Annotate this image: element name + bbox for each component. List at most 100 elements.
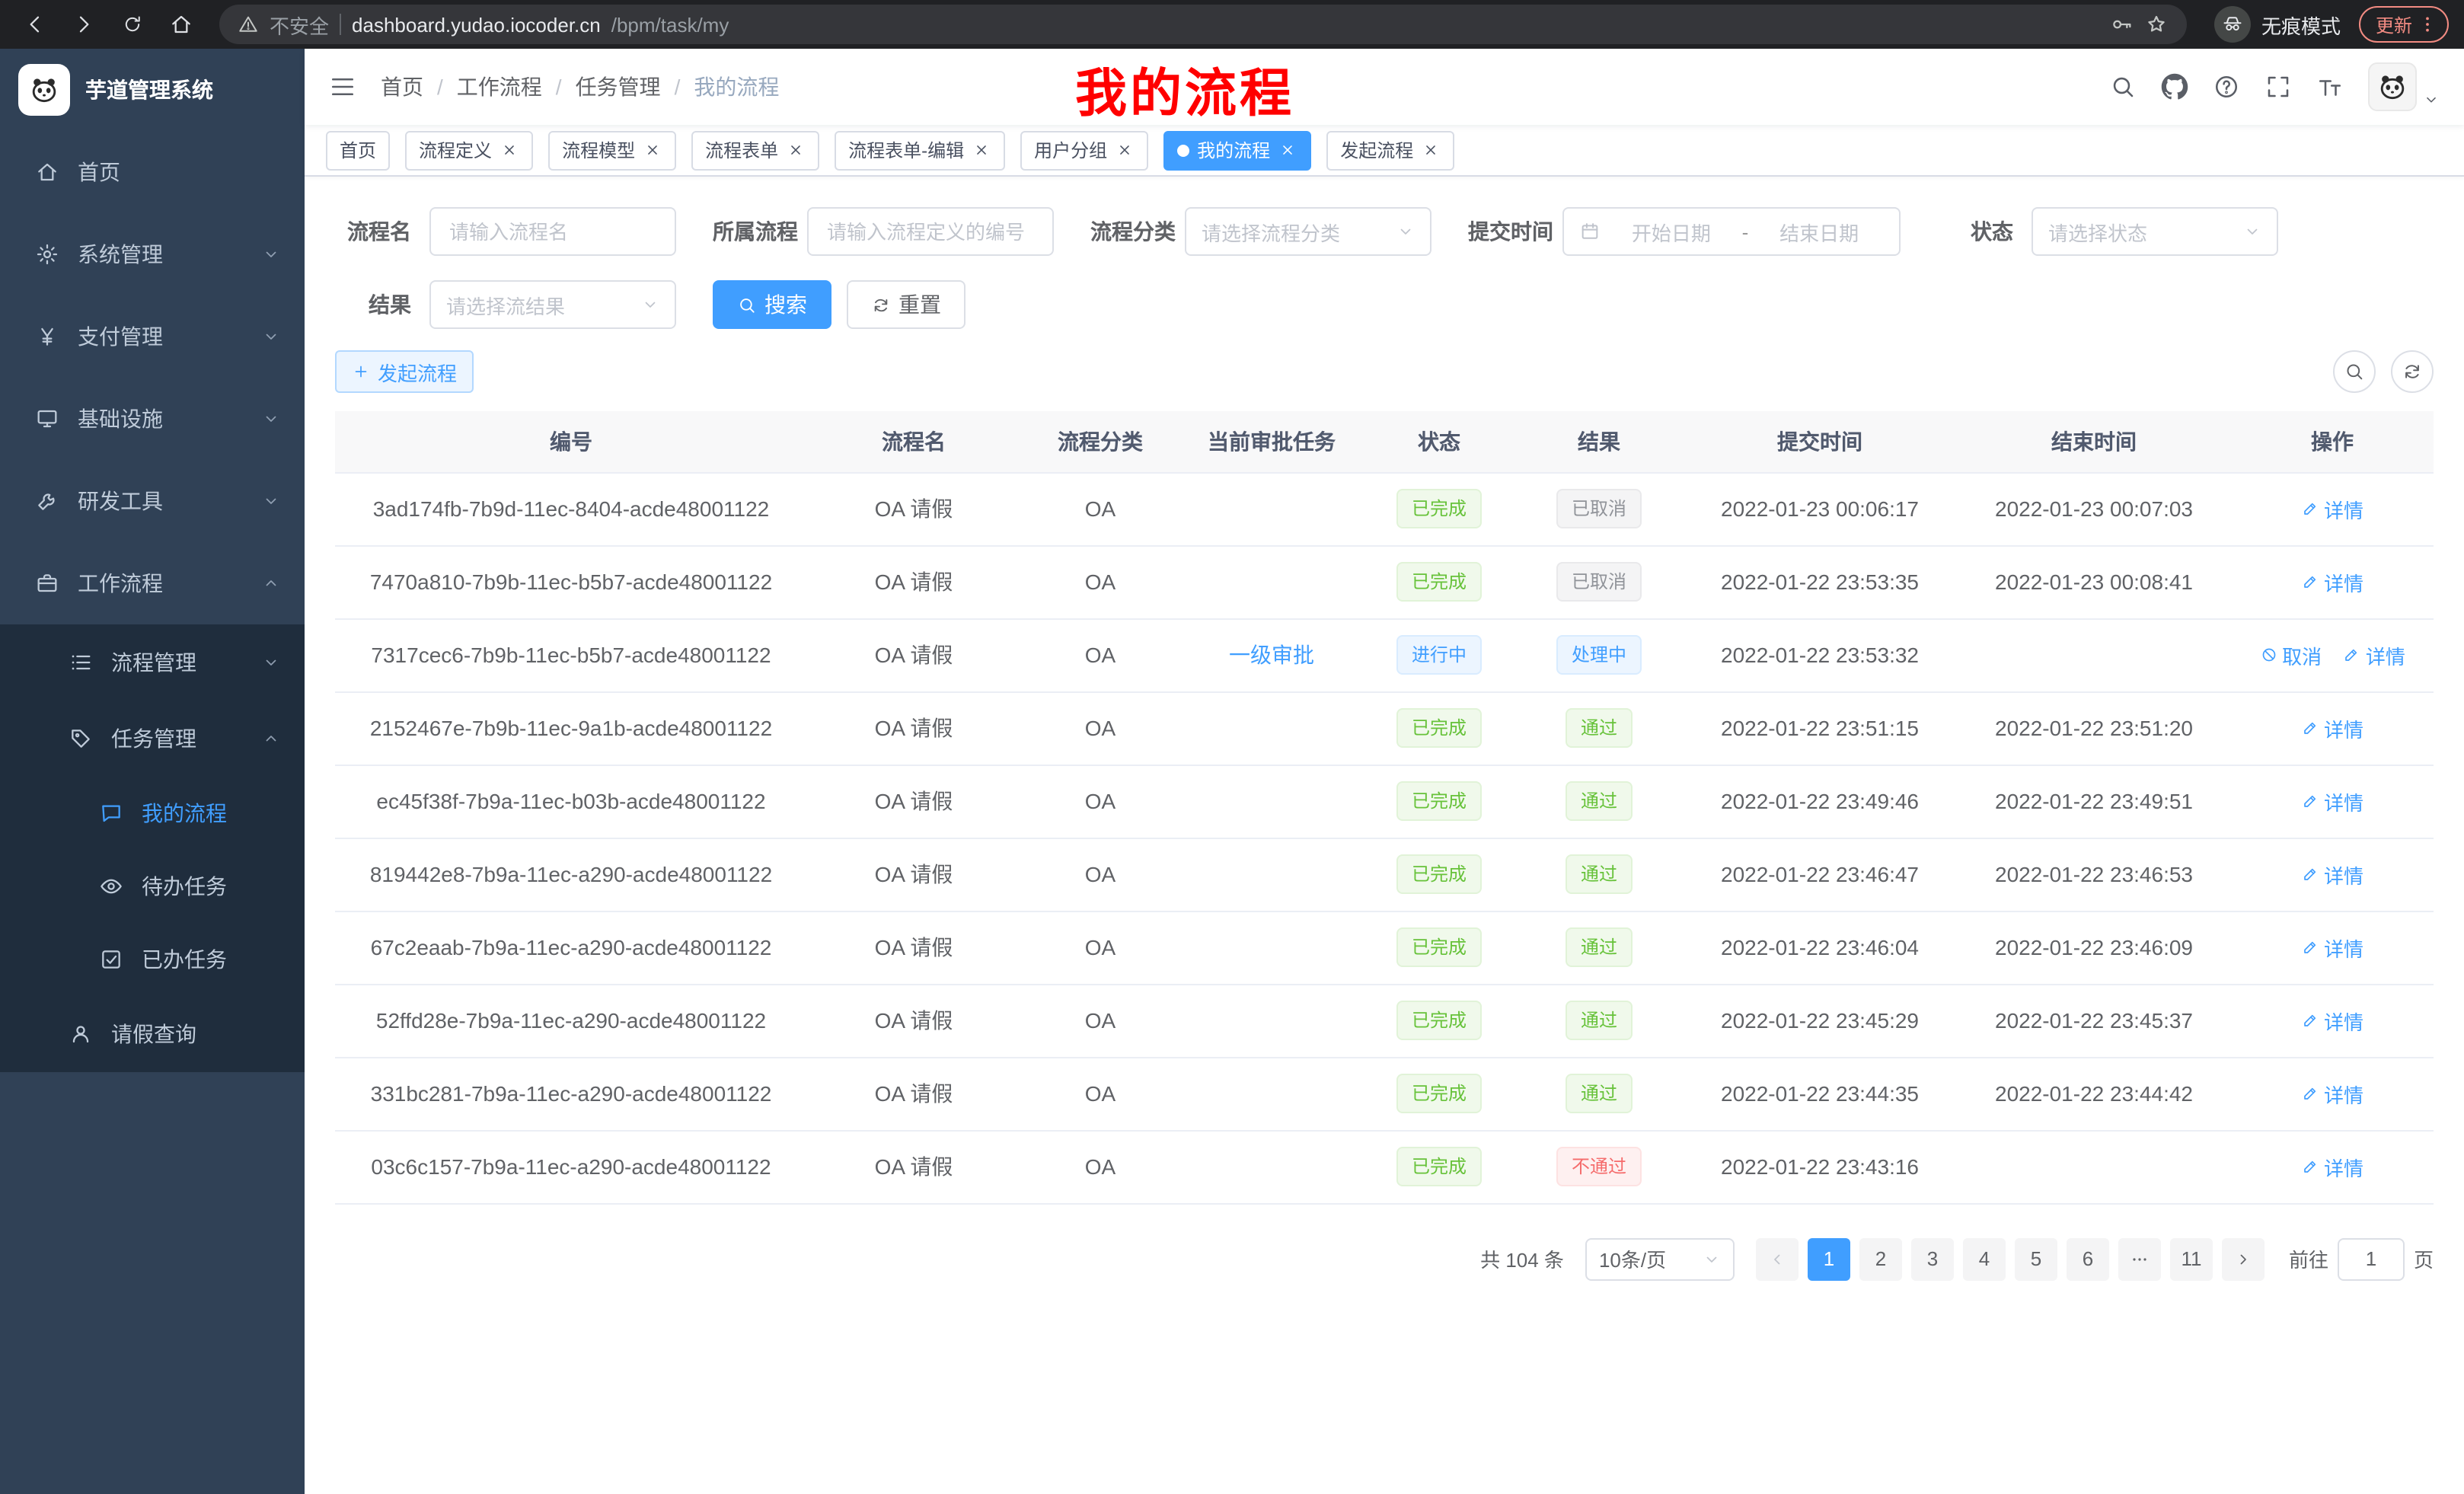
close-icon[interactable]: [786, 140, 806, 160]
sidebar-item-todo-tasks[interactable]: 待办任务: [0, 850, 305, 923]
close-icon[interactable]: [1421, 140, 1441, 160]
more-pages-button[interactable]: [2118, 1237, 2161, 1280]
search-icon[interactable]: [2109, 73, 2137, 101]
sidebar-item-home[interactable]: 首页: [0, 131, 305, 213]
tab-process-definition[interactable]: 流程定义: [405, 130, 533, 170]
cancel-link[interactable]: 取消: [2259, 640, 2322, 669]
close-icon[interactable]: [972, 140, 991, 160]
create-process-button[interactable]: 发起流程: [335, 350, 474, 393]
page-button-5[interactable]: 5: [2015, 1237, 2057, 1280]
page-button-1[interactable]: 1: [1808, 1237, 1850, 1280]
parent-process-input[interactable]: [807, 207, 1054, 256]
detail-link[interactable]: 详情: [2301, 1079, 2363, 1108]
reset-button[interactable]: 重置: [847, 280, 965, 329]
sidebar-item-payment[interactable]: 支付管理: [0, 295, 305, 378]
close-icon[interactable]: [1278, 140, 1297, 160]
sidebar-item-label: 已办任务: [142, 944, 227, 975]
result-tag: 通过: [1566, 1001, 1633, 1040]
detail-link[interactable]: 详情: [2301, 567, 2363, 596]
result-tag: 通过: [1566, 927, 1633, 967]
fullscreen-icon[interactable]: [2265, 73, 2292, 101]
goto-page-input[interactable]: [2338, 1237, 2405, 1280]
github-icon[interactable]: [2161, 73, 2188, 101]
cell-name: OA 请假: [807, 472, 1020, 545]
cell-current-task: [1180, 472, 1363, 545]
not-secure-warning-icon[interactable]: [238, 14, 259, 35]
tab-process-form-edit[interactable]: 流程表单-编辑: [835, 130, 1005, 170]
cell-id: 7317cec6-7b9b-11ec-b5b7-acde48001122: [335, 618, 807, 691]
sidebar-item-label: 待办任务: [142, 871, 227, 902]
result-select[interactable]: 请选择流结果: [429, 280, 676, 329]
detail-link[interactable]: 详情: [2301, 1006, 2363, 1035]
tab-label: 首页: [340, 137, 376, 163]
breadcrumb-item[interactable]: 首页: [381, 72, 423, 102]
process-name-input[interactable]: [429, 207, 676, 256]
sidebar-item-system[interactable]: 系统管理: [0, 213, 305, 295]
sidebar-item-done-tasks[interactable]: 已办任务: [0, 923, 305, 996]
sidebar-item-my-process[interactable]: 我的流程: [0, 777, 305, 850]
cell-end-time: 2022-01-22 23:49:51: [1957, 765, 2231, 838]
key-icon[interactable]: [2109, 12, 2134, 37]
close-icon[interactable]: [500, 140, 519, 160]
detail-link[interactable]: 详情: [2301, 713, 2363, 742]
current-task-link[interactable]: 一级审批: [1229, 640, 1314, 670]
bookmark-star-icon[interactable]: [2144, 12, 2169, 37]
cell-name: OA 请假: [807, 1057, 1020, 1130]
breadcrumb-item[interactable]: 任务管理: [576, 72, 661, 102]
detail-link[interactable]: 详情: [2343, 640, 2405, 669]
font-size-icon[interactable]: [2316, 73, 2344, 101]
search-button[interactable]: 搜索: [713, 280, 831, 329]
submit-time-range-picker[interactable]: 开始日期 - 结束日期: [1562, 207, 1901, 256]
total-count: 共 104 条: [1480, 1244, 1564, 1273]
page-button-2[interactable]: 2: [1859, 1237, 1902, 1280]
refresh-table-button[interactable]: [2391, 350, 2434, 393]
page-button-6[interactable]: 6: [2067, 1237, 2109, 1280]
sidebar-item-label: 工作流程: [78, 568, 163, 599]
detail-link[interactable]: 详情: [2301, 860, 2363, 889]
sidebar-item-workflow[interactable]: 工作流程: [0, 542, 305, 624]
hamburger-icon[interactable]: [329, 73, 356, 101]
tab-process-model[interactable]: 流程模型: [548, 130, 676, 170]
page-button-11[interactable]: 11: [2170, 1237, 2213, 1280]
detail-link[interactable]: 详情: [2301, 933, 2363, 962]
tab-home[interactable]: 首页: [326, 130, 390, 170]
tab-my-process[interactable]: 我的流程: [1163, 130, 1311, 170]
url-path: /bpm/task/my: [611, 13, 729, 36]
browser-update-button[interactable]: 更新: [2359, 6, 2449, 43]
page-size-select[interactable]: 10条/页: [1585, 1237, 1735, 1280]
cell-name: OA 请假: [807, 911, 1020, 984]
detail-link[interactable]: 详情: [2301, 1152, 2363, 1181]
cell-submit-time: 2022-01-22 23:45:29: [1683, 984, 1957, 1057]
category-select[interactable]: 请选择流程分类: [1185, 207, 1431, 256]
breadcrumb-item[interactable]: 工作流程: [457, 72, 542, 102]
browser-forward-button[interactable]: [64, 5, 104, 44]
chat-bubble-icon: [97, 801, 125, 825]
sidebar-item-infrastructure[interactable]: 基础设施: [0, 378, 305, 460]
detail-link[interactable]: 详情: [2301, 787, 2363, 816]
tab-process-form[interactable]: 流程表单: [691, 130, 819, 170]
toggle-search-button[interactable]: [2333, 350, 2376, 393]
next-page-button[interactable]: [2222, 1237, 2265, 1280]
cell-id: 03c6c157-7b9a-11ec-a290-acde48001122: [335, 1130, 807, 1203]
browser-back-button[interactable]: [15, 5, 55, 44]
app-logo[interactable]: 芋道管理系统: [0, 49, 305, 131]
page-button-3[interactable]: 3: [1911, 1237, 1954, 1280]
tab-start-process[interactable]: 发起流程: [1326, 130, 1454, 170]
close-icon[interactable]: [1115, 140, 1135, 160]
sidebar-item-task-mgmt[interactable]: 任务管理: [0, 701, 305, 777]
browser-reload-button[interactable]: [113, 5, 152, 44]
sidebar-item-process-mgmt[interactable]: 流程管理: [0, 624, 305, 701]
page-button-4[interactable]: 4: [1963, 1237, 2006, 1280]
tab-user-group[interactable]: 用户分组: [1020, 130, 1148, 170]
chevron-down-icon: [2243, 222, 2261, 241]
address-bar[interactable]: 不安全 dashboard.yudao.iocoder.cn/bpm/task/…: [219, 5, 2187, 44]
user-menu[interactable]: [2368, 62, 2440, 111]
sidebar-item-leave-query[interactable]: 请假查询: [0, 996, 305, 1072]
status-select[interactable]: 请选择状态: [2032, 207, 2278, 256]
prev-page-button[interactable]: [1756, 1237, 1799, 1280]
browser-home-button[interactable]: [161, 5, 201, 44]
sidebar-item-devtools[interactable]: 研发工具: [0, 460, 305, 542]
help-icon[interactable]: [2213, 73, 2240, 101]
detail-link[interactable]: 详情: [2301, 494, 2363, 523]
close-icon[interactable]: [643, 140, 662, 160]
